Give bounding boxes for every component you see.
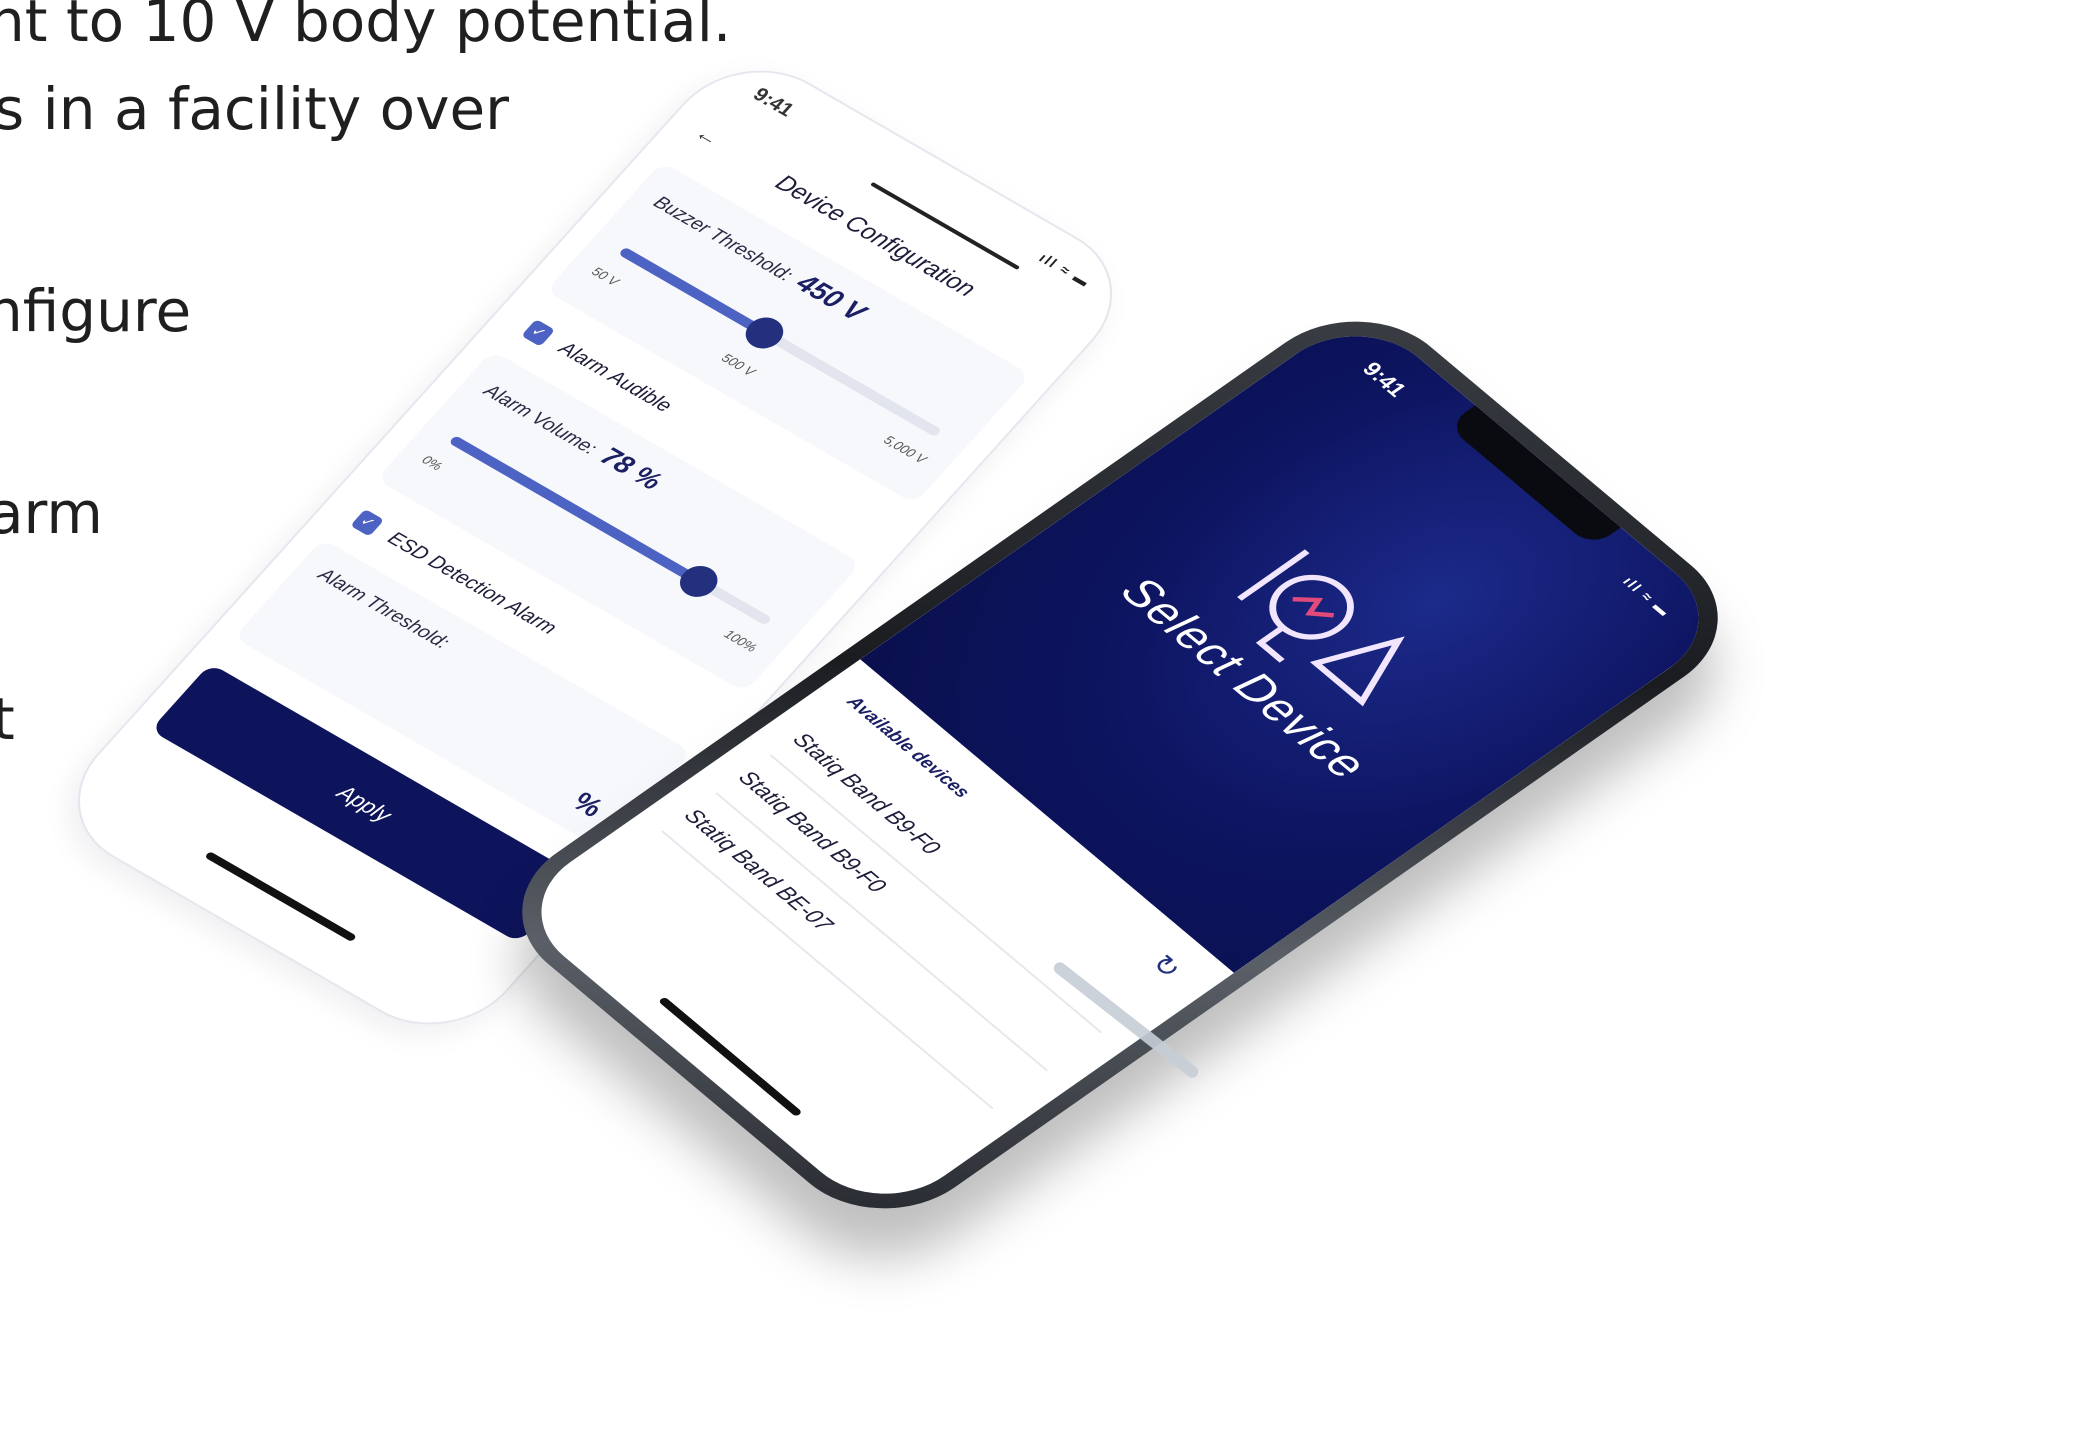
refresh-icon[interactable]: ↻ xyxy=(1143,949,1189,984)
alarm-volume-caption: Alarm Volume: xyxy=(479,380,601,459)
bg-text-line-5: t xyxy=(0,685,15,753)
volume-max-label: 100% xyxy=(721,626,761,655)
volume-min-label: 0% xyxy=(418,452,446,474)
phone-signal-wifi-battery-icon: ıll ≈ ▬ xyxy=(1619,574,1676,620)
alarm-volume-value: 78 % xyxy=(594,441,669,496)
buzzer-max-label: 5,000 V xyxy=(880,432,930,467)
phone-home-indicator xyxy=(657,996,803,1117)
alarm-audible-row[interactable]: ✓ Alarm Audible xyxy=(518,317,676,417)
bg-text-line-1: nt to 10 V body potential. xyxy=(0,0,732,55)
volume-slider-fill xyxy=(448,435,703,586)
alarm-audible-checkbox[interactable]: ✓ xyxy=(521,318,556,347)
home-indicator xyxy=(204,851,358,943)
buzzer-threshold-caption: Buzzer Threshold: xyxy=(648,192,797,286)
status-time: 9:41 xyxy=(748,84,799,121)
phone-status-time: 9:41 xyxy=(1357,357,1413,401)
buzzer-threshold-value: 450 V xyxy=(790,268,872,327)
esd-detection-alarm-checkbox[interactable]: ✓ xyxy=(350,508,385,537)
signal-wifi-battery-icon: ıll ≈ ▬ xyxy=(1035,250,1095,290)
bg-text-line-3: nfigure xyxy=(0,277,192,345)
alarm-threshold-label: Alarm Threshold: xyxy=(313,564,454,654)
esd-detection-alarm-row[interactable]: ✓ ESD Detection Alarm xyxy=(347,507,561,639)
bg-text-line-2: s in a facility over xyxy=(0,75,509,143)
alarm-threshold-unit: % xyxy=(566,786,610,823)
buzzer-min-label: 50 V xyxy=(588,263,623,289)
bg-text-line-4: arm xyxy=(0,479,103,547)
phone-status-bar: 9:41 ıll ≈ ▬ xyxy=(1353,358,1677,627)
buzzer-mid-label: 500 V xyxy=(718,350,759,379)
